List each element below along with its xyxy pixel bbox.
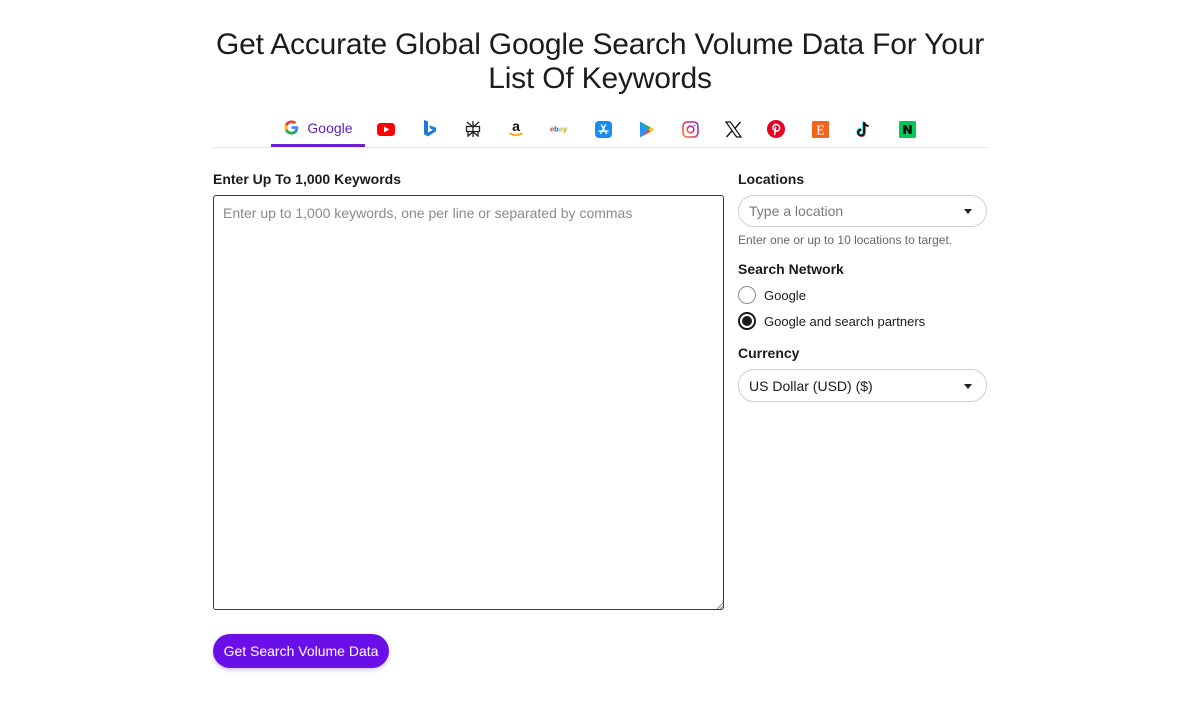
google-icon — [284, 120, 299, 135]
tab-ebay[interactable]: ebay — [547, 111, 573, 147]
keywords-label: Enter Up To 1,000 Keywords — [213, 171, 402, 187]
location-input[interactable]: Type a location — [738, 195, 987, 227]
tab-google[interactable]: Google — [271, 111, 365, 147]
svg-text:ebay: ebay — [550, 125, 568, 134]
svg-text:E: E — [816, 123, 825, 138]
currency-value: US Dollar (USD) ($) — [749, 377, 873, 394]
keywords-textarea[interactable] — [213, 195, 724, 610]
tab-app-store[interactable] — [590, 111, 616, 147]
radio-google-label: Google — [764, 287, 806, 303]
tab-perplexity[interactable] — [460, 111, 486, 147]
bing-icon — [424, 120, 436, 137]
location-placeholder: Type a location — [749, 203, 844, 219]
app-store-icon — [594, 120, 612, 138]
ebay-icon: ebay — [550, 125, 568, 134]
radio-button-checked[interactable] — [738, 312, 756, 330]
radio-google[interactable]: Google — [738, 286, 806, 304]
youtube-icon — [377, 122, 395, 136]
tab-amazon[interactable]: a — [503, 111, 529, 147]
get-search-volume-button[interactable]: Get Search Volume Data — [213, 634, 389, 668]
page-title: Get Accurate Global Google Search Volume… — [200, 28, 1000, 96]
instagram-icon — [681, 120, 699, 138]
perplexity-icon — [465, 121, 481, 138]
tab-google-play[interactable] — [634, 111, 660, 147]
currency-select[interactable]: US Dollar (USD) ($) — [738, 369, 987, 402]
chevron-down-icon — [964, 384, 972, 389]
tab-x[interactable] — [720, 111, 746, 147]
search-network-label: Search Network — [738, 261, 844, 277]
platform-tabs: Google a ebay E — [213, 111, 988, 148]
etsy-icon: E — [811, 120, 829, 138]
svg-text:a: a — [512, 120, 520, 134]
tab-bing[interactable] — [417, 111, 443, 147]
page-title-line-1: Get Accurate Global Google Search Volume… — [216, 28, 984, 61]
amazon-icon: a — [509, 120, 523, 137]
tab-pinterest[interactable] — [763, 111, 789, 147]
pinterest-icon — [767, 120, 785, 138]
tab-tiktok[interactable] — [850, 111, 876, 147]
page-title-line-2: List Of Keywords — [488, 62, 712, 95]
naver-icon — [898, 120, 916, 138]
locations-help-text: Enter one or up to 10 locations to targe… — [738, 233, 953, 247]
radio-button[interactable] — [738, 286, 756, 304]
radio-dot — [742, 316, 752, 326]
currency-label: Currency — [738, 345, 800, 361]
tab-google-label: Google — [307, 119, 353, 136]
radio-google-and-partners[interactable]: Google and search partners — [738, 312, 925, 330]
x-icon — [724, 120, 742, 138]
radio-google-and-partners-label: Google and search partners — [764, 313, 926, 329]
locations-label: Locations — [738, 171, 805, 187]
tab-naver[interactable] — [894, 111, 920, 147]
google-play-icon — [640, 121, 655, 137]
tab-instagram[interactable] — [677, 111, 703, 147]
chevron-down-icon — [964, 209, 972, 214]
tiktok-icon — [856, 120, 869, 137]
tab-etsy[interactable]: E — [807, 111, 833, 147]
resize-grip-icon[interactable] — [716, 602, 724, 610]
tab-youtube[interactable] — [373, 111, 399, 147]
